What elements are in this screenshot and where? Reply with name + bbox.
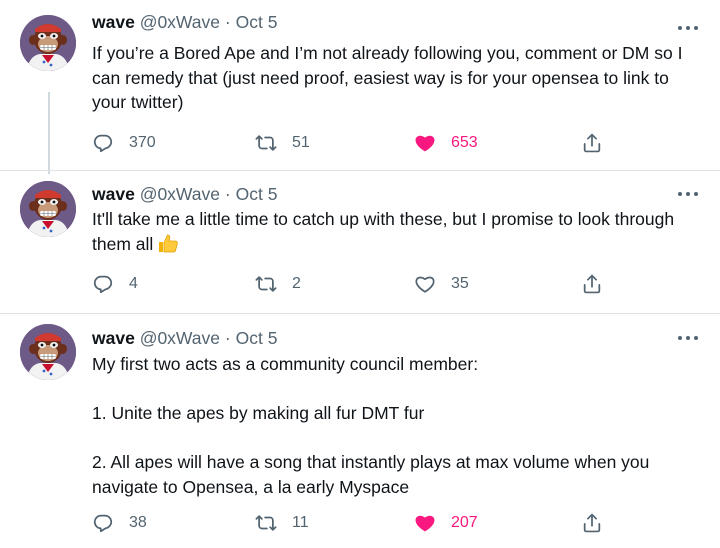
reply-icon (93, 275, 113, 294)
retweet-icon (255, 135, 277, 151)
tweet-actions: 370 51 653 (92, 131, 612, 155)
tweet-header: wave @0xWave · Oct 5 (92, 183, 277, 205)
retweet-count: 51 (292, 134, 310, 151)
tweet[interactable]: wave @0xWave · Oct 5 My first two acts a… (0, 313, 720, 548)
reply-button[interactable]: 38 (92, 511, 147, 535)
separator: · (224, 184, 231, 204)
tweet-actions: 38 11 207 (92, 511, 612, 535)
retweet-button[interactable]: 51 (255, 131, 310, 155)
tweet-header: wave @0xWave · Oct 5 (92, 327, 277, 349)
timestamp[interactable]: Oct 5 (236, 328, 278, 348)
retweet-button[interactable]: 11 (255, 511, 309, 535)
tweet-text-body: It'll take me a little time to catch up … (92, 209, 679, 254)
thread-line (48, 92, 50, 174)
retweet-icon (255, 515, 277, 531)
more-icon[interactable] (678, 18, 698, 38)
reply-count: 370 (129, 134, 156, 151)
separator: · (224, 12, 231, 32)
reply-count: 38 (129, 514, 147, 531)
avatar[interactable] (20, 15, 76, 71)
tweet-text: My first two acts as a community council… (92, 354, 650, 497)
bored-ape-avatar-image (20, 181, 76, 237)
retweet-count: 11 (292, 514, 309, 531)
tweet-text: If you’re a Bored Ape and I’m not alread… (92, 43, 688, 112)
like-count: 35 (451, 275, 469, 292)
handle[interactable]: @0xWave (140, 12, 220, 32)
tweet-text: It'll take me a little time to catch up … (92, 207, 707, 256)
like-count: 207 (451, 514, 478, 531)
thumbs-up-emoji-icon (159, 234, 179, 252)
reply-count: 4 (129, 275, 138, 292)
handle[interactable]: @0xWave (140, 328, 220, 348)
tweet-header: wave @0xWave · Oct 5 (92, 11, 277, 33)
like-button[interactable]: 653 (414, 131, 478, 155)
bored-ape-avatar-image (20, 15, 76, 71)
heart-icon (415, 135, 435, 152)
tweet[interactable]: wave @0xWave · Oct 5 It'll take me a lit… (0, 170, 720, 313)
retweet-icon (255, 276, 277, 292)
heart-icon (415, 276, 435, 293)
retweet-count: 2 (292, 275, 301, 292)
bored-ape-avatar-image (20, 324, 76, 380)
separator: · (224, 328, 231, 348)
share-button[interactable] (581, 131, 603, 155)
display-name[interactable]: wave (92, 328, 135, 348)
like-button[interactable]: 35 (414, 272, 469, 296)
reply-icon (93, 134, 113, 153)
timestamp[interactable]: Oct 5 (236, 12, 278, 32)
more-icon[interactable] (678, 328, 698, 348)
timestamp[interactable]: Oct 5 (236, 184, 278, 204)
tweet-actions: 4 2 35 (92, 272, 612, 296)
share-icon (583, 513, 601, 533)
share-button[interactable] (581, 511, 603, 535)
display-name[interactable]: wave (92, 184, 135, 204)
like-button[interactable]: 207 (414, 511, 478, 535)
like-count: 653 (451, 134, 478, 151)
tweet[interactable]: wave @0xWave · Oct 5 If you’re a Bored A… (0, 0, 720, 174)
avatar[interactable] (20, 181, 76, 237)
reply-icon (93, 514, 113, 533)
display-name[interactable]: wave (92, 12, 135, 32)
retweet-button[interactable]: 2 (255, 272, 301, 296)
share-icon (583, 133, 601, 153)
reply-button[interactable]: 4 (92, 272, 138, 296)
reply-button[interactable]: 370 (92, 131, 156, 155)
share-icon (583, 274, 601, 294)
more-icon[interactable] (678, 184, 698, 204)
avatar[interactable] (20, 324, 76, 380)
share-button[interactable] (581, 272, 603, 296)
heart-icon (415, 515, 435, 532)
handle[interactable]: @0xWave (140, 184, 220, 204)
